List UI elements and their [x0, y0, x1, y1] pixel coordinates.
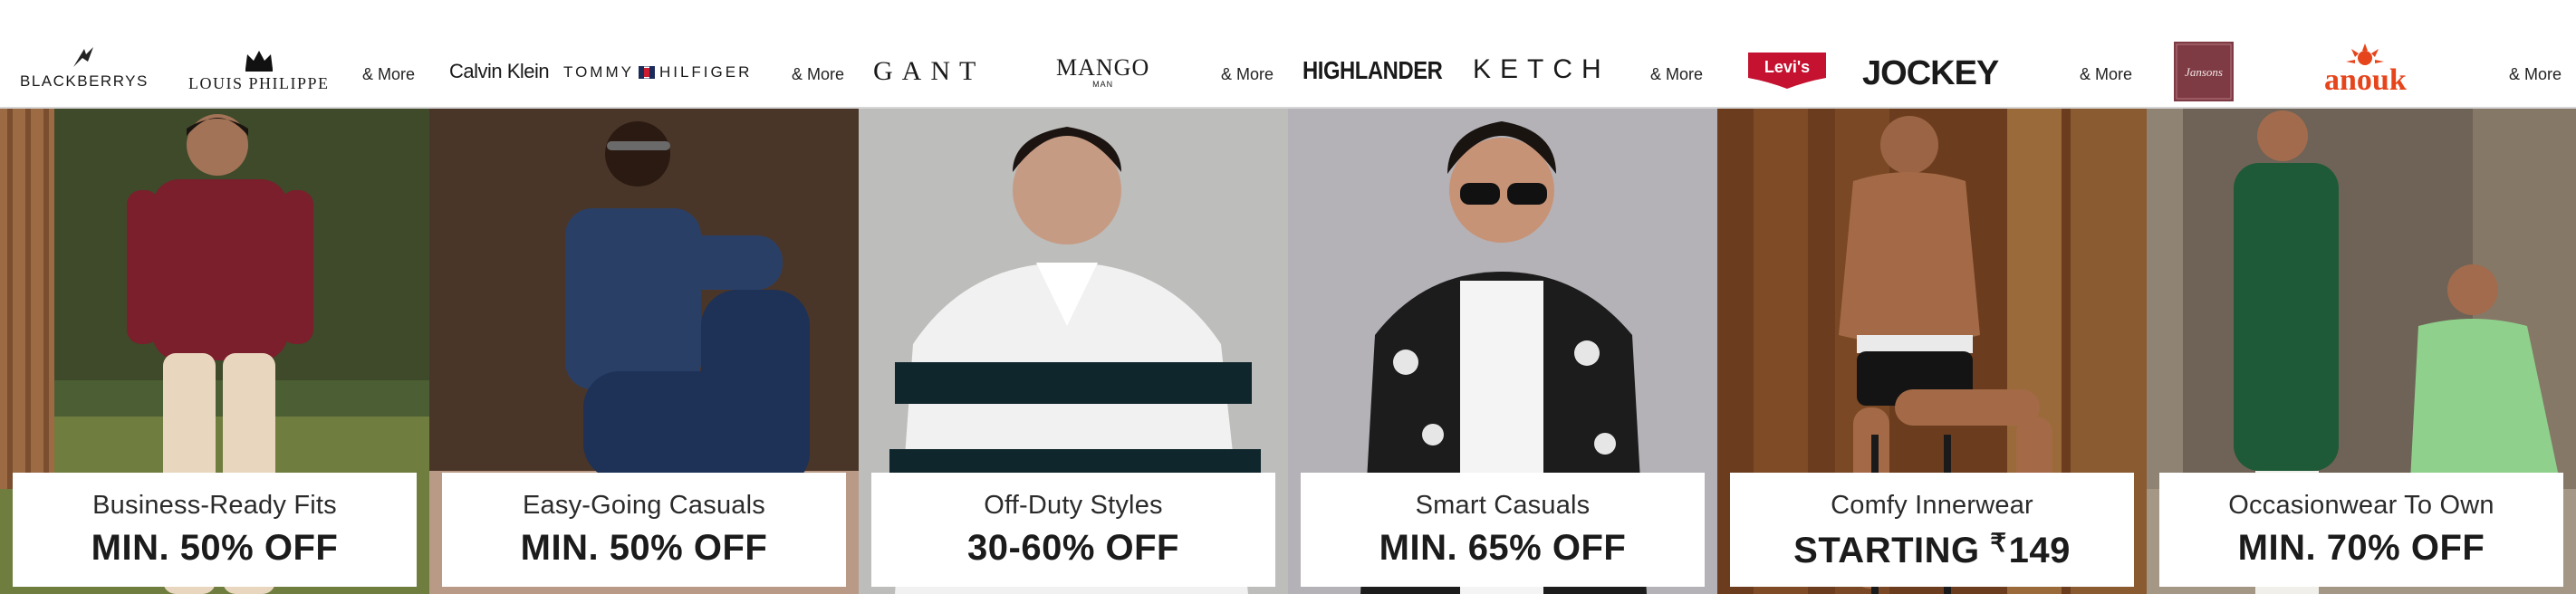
- brand-offer-strip: BLACKBERRYS LOUIS PHILIPPE & More Busine…: [0, 0, 2576, 594]
- offer-tag: Easy-Going Casuals MIN. 50% OFF: [442, 473, 846, 587]
- offer-tag: Smart Casuals MIN. 65% OFF: [1301, 473, 1705, 587]
- offer-tag: Comfy Innerwear STARTING ₹149: [1730, 473, 2134, 587]
- mango-wordmark: MANGO: [1056, 54, 1150, 81]
- more-brands-link[interactable]: & More: [1650, 65, 1703, 84]
- gant-logo[interactable]: GANT: [873, 56, 985, 87]
- gant-wordmark: GANT: [873, 56, 985, 86]
- category-label: Off-Duty Styles: [984, 491, 1163, 520]
- more-brands-link[interactable]: & More: [362, 65, 415, 84]
- offer-amount: 149: [2008, 531, 2071, 570]
- blackberrys-emblem-icon: [72, 47, 93, 67]
- offer-label: MIN. 50% OFF: [91, 528, 339, 568]
- brand-logo-bar: GANT MANGO MAN & More: [859, 0, 1288, 109]
- mango-man-logo[interactable]: MANGO MAN: [1056, 54, 1149, 89]
- man-wordmark: MAN: [1092, 80, 1114, 89]
- jansons-logo[interactable]: Jansons: [2174, 42, 2234, 101]
- ketch-wordmark: KETCH: [1473, 54, 1610, 84]
- louis-philippe-wordmark: LOUIS PHILIPPE: [188, 74, 330, 92]
- offer-card-business-ready-fits[interactable]: BLACKBERRYS LOUIS PHILIPPE & More Busine…: [0, 0, 429, 594]
- category-label: Easy-Going Casuals: [523, 491, 765, 520]
- levis-wordmark: Levi's: [1764, 58, 1810, 76]
- offer-card-off-duty-styles[interactable]: GANT MANGO MAN & More Off-Duty Styles 30…: [859, 0, 1288, 594]
- levis-batwing-icon: Levi's: [1748, 53, 1826, 89]
- category-label: Comfy Innerwear: [1831, 491, 2033, 520]
- category-label: Business-Ready Fits: [92, 491, 337, 520]
- offer-card-occasionwear-to-own[interactable]: Jansons anouk & More Occasionwear To Own…: [2147, 0, 2576, 594]
- rupee-symbol: ₹: [1990, 529, 2007, 557]
- highlander-logo[interactable]: HIGHLANDER: [1302, 56, 1467, 85]
- levis-logo[interactable]: Levi's: [1746, 51, 1828, 89]
- offer-label: MIN. 70% OFF: [2237, 528, 2485, 568]
- jansons-badge-icon: Jansons: [2174, 42, 2234, 101]
- calvin-klein-logo[interactable]: Calvin Klein: [449, 60, 550, 83]
- more-brands-link[interactable]: & More: [792, 65, 844, 84]
- offer-card-easy-going-casuals[interactable]: Calvin Klein TOMMY HILFIGER & More Easy-…: [429, 0, 859, 594]
- anouk-logo[interactable]: anouk: [2324, 43, 2407, 98]
- louis-philippe-logo[interactable]: LOUIS PHILIPPE: [188, 47, 330, 93]
- offer-tag: Occasionwear To Own MIN. 70% OFF: [2159, 473, 2563, 587]
- offer-label: MIN. 65% OFF: [1379, 528, 1627, 568]
- blackberrys-logo[interactable]: BLACKBERRYS: [20, 45, 149, 91]
- offer-label: STARTING ₹149: [1730, 528, 2134, 571]
- tommy-flag-icon: [638, 66, 655, 79]
- more-brands-link[interactable]: & More: [2080, 65, 2132, 84]
- crown-icon: [245, 51, 273, 72]
- highlander-wordmark: HIGHLANDER: [1302, 56, 1443, 84]
- more-brands-link[interactable]: & More: [2509, 65, 2562, 84]
- hilfiger-wordmark: HILFIGER: [658, 63, 753, 81]
- offer-tag: Business-Ready Fits MIN. 50% OFF: [13, 473, 417, 587]
- anouk-wordmark: anouk: [2324, 63, 2407, 97]
- brand-logo-bar: Calvin Klein TOMMY HILFIGER & More: [429, 0, 859, 109]
- category-label: Occasionwear To Own: [2228, 491, 2494, 520]
- offer-card-comfy-innerwear[interactable]: Levi's JOCKEY & More Comfy Innerwear STA…: [1717, 0, 2147, 594]
- category-label: Smart Casuals: [1415, 491, 1591, 520]
- brand-logo-bar: Levi's JOCKEY & More: [1717, 0, 2147, 109]
- offer-label: MIN. 50% OFF: [520, 528, 768, 568]
- tommy-hilfiger-logo[interactable]: TOMMY HILFIGER: [563, 63, 752, 81]
- jansons-wordmark: Jansons: [2185, 65, 2223, 79]
- calvin-klein-wordmark: Calvin Klein: [449, 60, 550, 82]
- jockey-wordmark: JOCKEY: [1862, 54, 1999, 92]
- offer-tag: Off-Duty Styles 30-60% OFF: [871, 473, 1275, 587]
- blackberrys-wordmark: BLACKBERRYS: [20, 72, 149, 90]
- brand-logo-bar: BLACKBERRYS LOUIS PHILIPPE & More: [0, 0, 429, 109]
- offer-prefix: STARTING: [1793, 531, 1980, 570]
- more-brands-link[interactable]: & More: [1221, 65, 1274, 84]
- offer-label: 30-60% OFF: [967, 528, 1179, 568]
- brand-logo-bar: HIGHLANDER KETCH & More: [1288, 0, 1717, 109]
- jockey-logo[interactable]: JOCKEY: [1862, 54, 1999, 93]
- tommy-wordmark: TOMMY: [563, 63, 634, 81]
- brand-logo-bar: Jansons anouk & More: [2147, 0, 2576, 109]
- offer-card-smart-casuals[interactable]: HIGHLANDER KETCH & More Smart Casuals MI…: [1288, 0, 1717, 594]
- ketch-logo[interactable]: KETCH: [1473, 54, 1610, 85]
